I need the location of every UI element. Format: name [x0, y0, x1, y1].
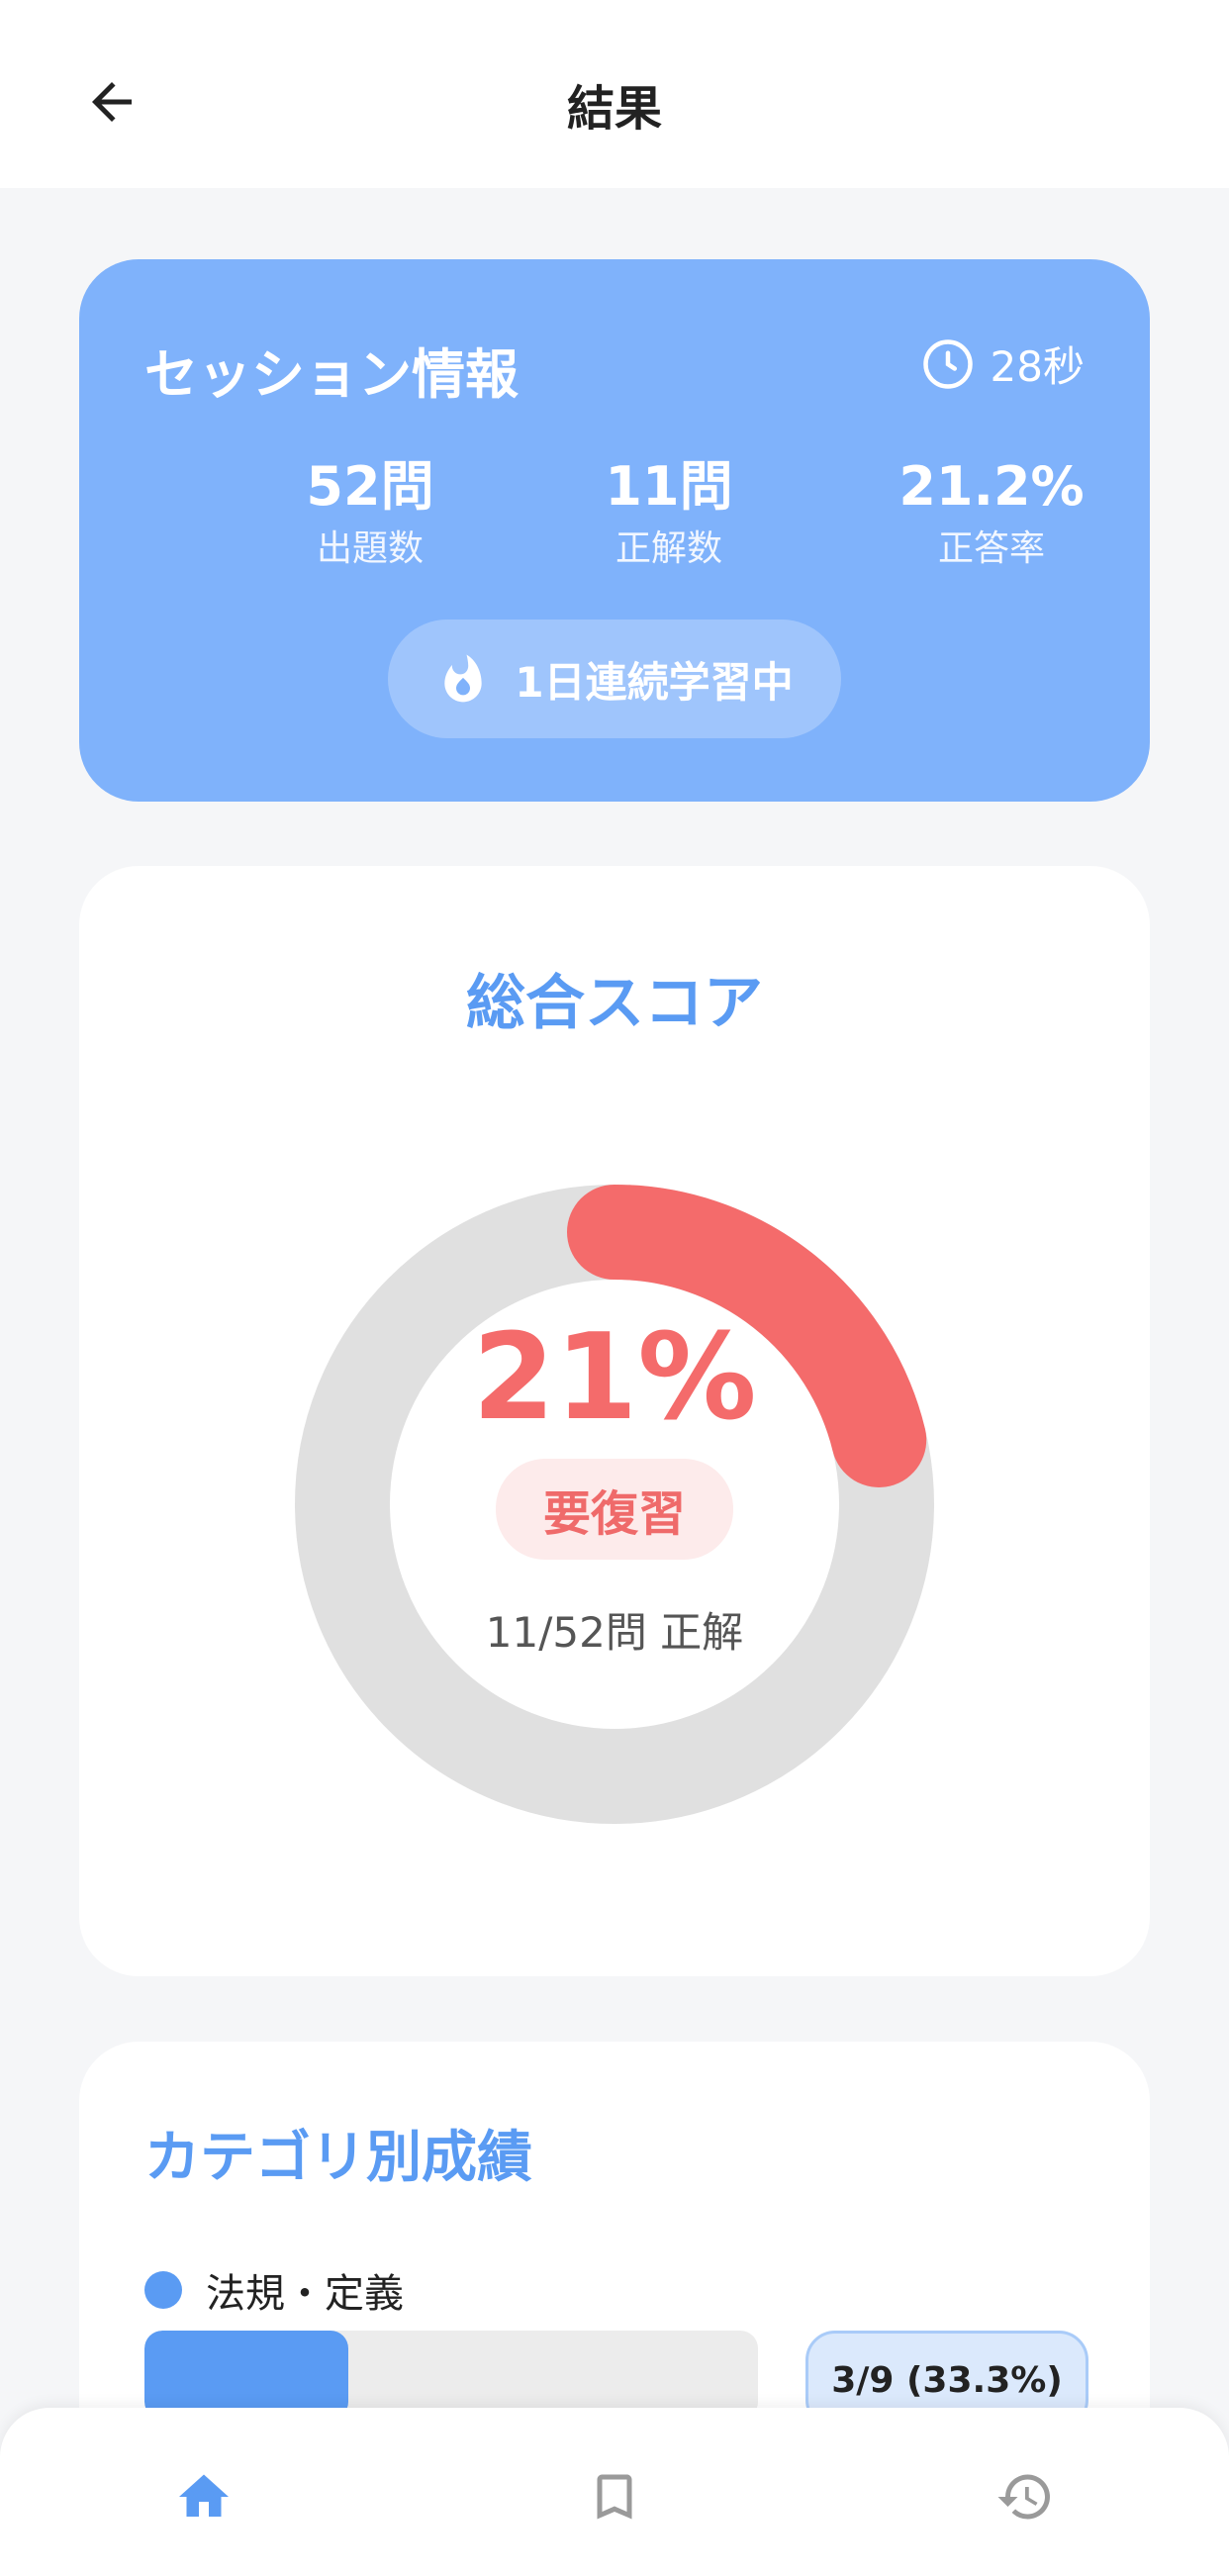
clock-icon	[922, 338, 973, 389]
app-bar: 結果	[0, 0, 1229, 188]
home-icon	[179, 2474, 229, 2517]
flame-icon	[444, 654, 483, 703]
category-title: カテゴリ別成績	[144, 2126, 532, 2190]
nav-home[interactable]	[154, 2447, 253, 2546]
donut-center: 21% 要復習 11/52問 正解	[293, 1183, 936, 1826]
streak-badge: 1日連続学習中	[388, 620, 841, 738]
stat-value: 21.2%	[898, 455, 1085, 518]
stat-label: 正答率	[937, 528, 1045, 570]
stat-label: 出題数	[316, 528, 424, 570]
category-progress-track	[144, 2331, 758, 2420]
stat-label: 正解数	[614, 528, 722, 570]
page-title: 結果	[566, 81, 662, 137]
category-label: 法規・定義	[144, 2261, 404, 2319]
session-time-value: 28秒	[990, 342, 1085, 391]
session-title: セッション情報	[144, 343, 519, 406]
status-badge: 要復習	[495, 1459, 733, 1560]
history-icon	[997, 2474, 1050, 2520]
stat-correct-answers: 11問 正解数	[511, 457, 827, 571]
streak-text: 1日連続学習中	[515, 657, 794, 707]
session-time: 28秒	[921, 334, 1085, 394]
category-name: 法規・定義	[206, 2271, 404, 2317]
category-progress-fill	[144, 2331, 349, 2420]
stat-accuracy: 21.2% 正答率	[833, 457, 1150, 571]
bottom-navigation	[0, 2408, 1229, 2576]
correct-count: 11/52問 正解	[485, 1608, 744, 1657]
score-percent: 21%	[472, 1309, 757, 1447]
nav-history[interactable]	[976, 2447, 1075, 2546]
category-dot	[144, 2271, 182, 2309]
session-info-card: セッション情報 28秒 52問 出題数 11問 正解数 21.2% 正答率 1日…	[79, 259, 1150, 802]
stat-value: 11問	[605, 455, 733, 518]
stat-total-questions: 52問 出題数	[212, 457, 528, 571]
nav-bookmarks[interactable]	[565, 2447, 664, 2546]
stat-value: 52問	[306, 455, 434, 518]
overall-score-card: 総合スコア 21% 要復習 11/52問 正解	[79, 866, 1150, 1976]
score-title: 総合スコア	[466, 969, 763, 1038]
bookmark-icon	[597, 2474, 632, 2520]
